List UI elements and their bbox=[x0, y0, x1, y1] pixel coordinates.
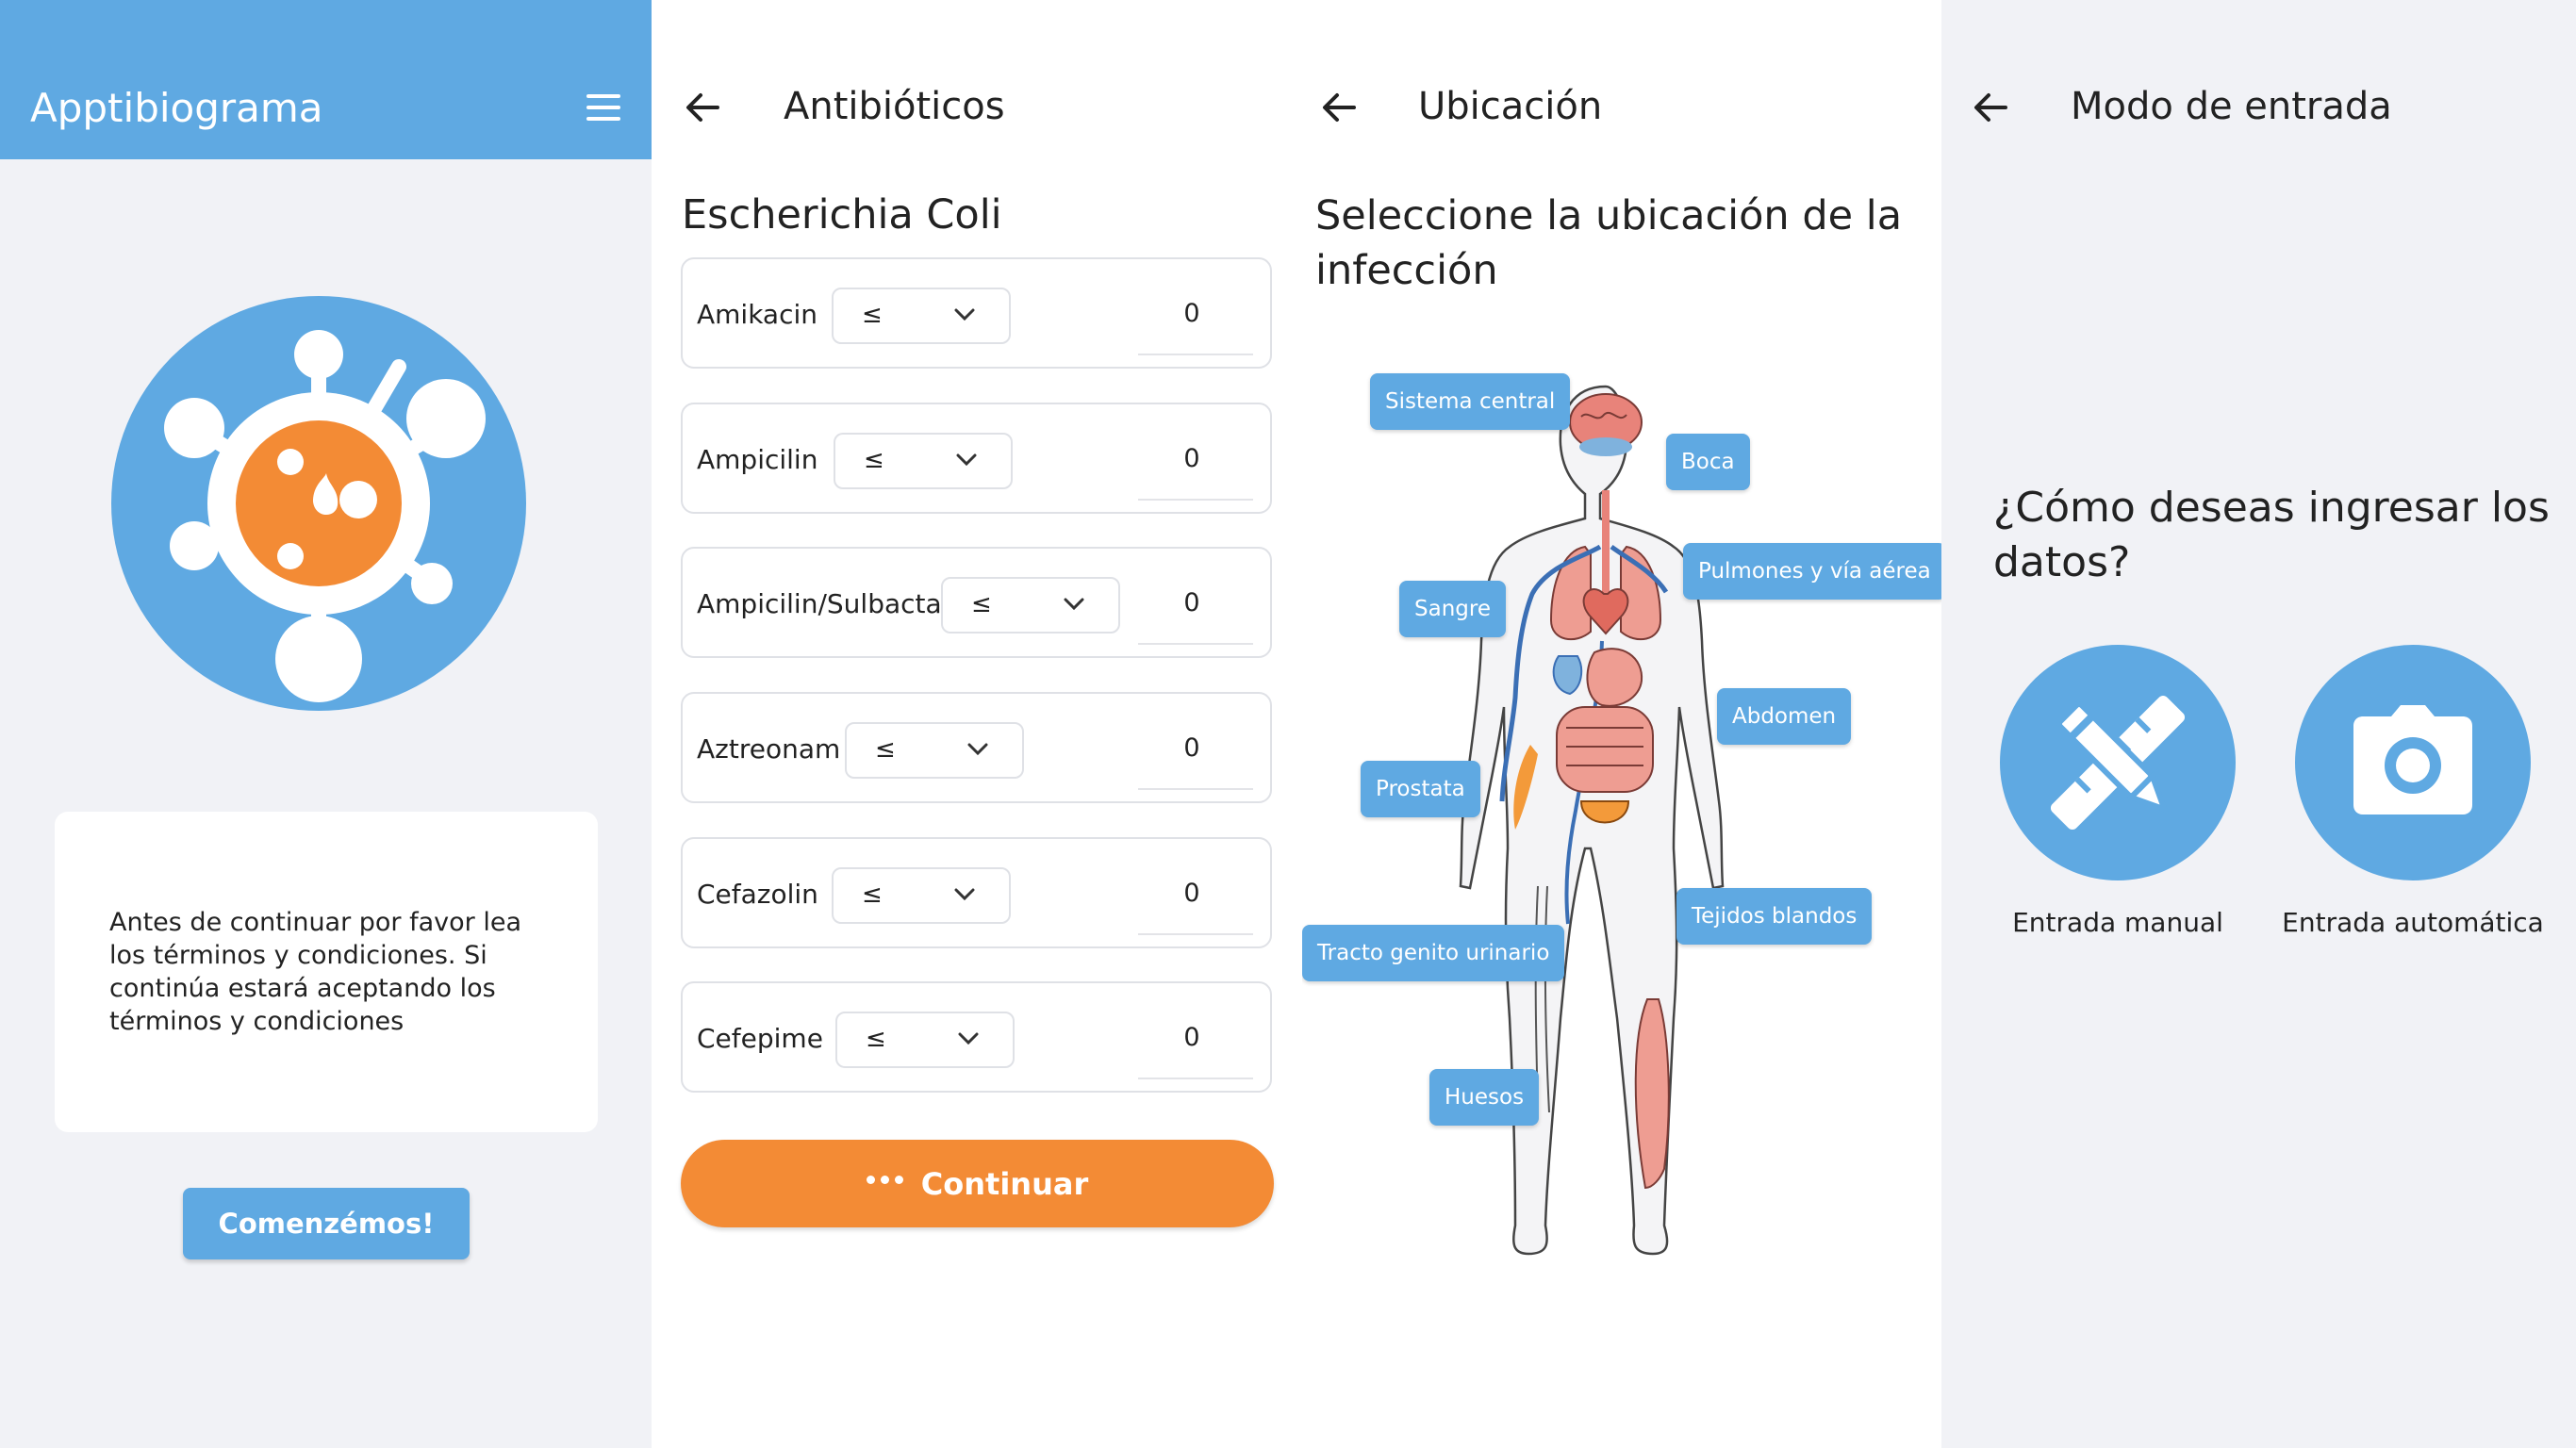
antibiotics-screen: Antibióticos Escherichia Coli Amikacin ≤… bbox=[652, 0, 1302, 1448]
operator-value: ≤ bbox=[862, 301, 883, 329]
mic-value-input[interactable]: 0 bbox=[1135, 733, 1248, 763]
terms-card: Antes de continuar por favor lea los tér… bbox=[55, 812, 598, 1132]
mic-value-input[interactable]: 0 bbox=[1135, 588, 1248, 617]
entry-question: ¿Cómo deseas ingresar los datos? bbox=[1993, 484, 2550, 586]
terms-text: Antes de continuar por favor lea los tér… bbox=[109, 908, 522, 1036]
input-underline bbox=[1138, 354, 1253, 355]
chevron-down-icon bbox=[967, 743, 988, 756]
input-underline bbox=[1138, 933, 1253, 935]
location-tag-sistema-central[interactable]: Sistema central bbox=[1370, 373, 1571, 430]
location-tag-huesos[interactable]: Huesos bbox=[1429, 1069, 1540, 1126]
input-underline bbox=[1138, 1078, 1253, 1079]
location-prompt: Seleccione la ubicación de la infección bbox=[1315, 192, 1903, 294]
mic-value-input[interactable]: 0 bbox=[1135, 879, 1248, 908]
mic-value-input[interactable]: 0 bbox=[1135, 1023, 1248, 1052]
human-anatomy-illustration bbox=[1459, 385, 1725, 1256]
automatic-entry-button[interactable] bbox=[2295, 645, 2531, 880]
hamburger-menu-icon[interactable] bbox=[586, 94, 620, 121]
manual-entry-button[interactable] bbox=[2000, 645, 2236, 880]
operator-select[interactable]: ≤ bbox=[832, 288, 1011, 344]
antibiotic-row-ampicilin-sulbactan: Ampicilin/Sulbactan ≤ 0 bbox=[681, 547, 1272, 658]
location-tag-boca[interactable]: Boca bbox=[1666, 434, 1750, 490]
antibiotic-name: Cefepime bbox=[697, 1023, 823, 1054]
page-title: Ubicación bbox=[1418, 85, 1603, 128]
bacteria-logo-icon bbox=[111, 296, 526, 711]
antibiotic-row-aztreonam: Aztreonam ≤ 0 bbox=[681, 692, 1272, 803]
manual-entry-label: Entrada manual bbox=[2012, 907, 2223, 938]
antibiotic-name: Ampicilin bbox=[697, 444, 818, 475]
operator-select[interactable]: ≤ bbox=[941, 577, 1120, 634]
arrow-left-icon[interactable] bbox=[682, 87, 723, 128]
app-bar: Apptibiograma bbox=[0, 0, 652, 159]
start-button[interactable]: Comenzémos! bbox=[183, 1188, 470, 1259]
chevron-down-icon bbox=[958, 1032, 979, 1045]
operator-value: ≤ bbox=[866, 1025, 886, 1053]
page-title: Modo de entrada bbox=[2071, 85, 2392, 128]
more-dots-icon bbox=[866, 1175, 904, 1185]
antibiotic-name: Ampicilin/Sulbactan bbox=[697, 588, 959, 619]
operator-select[interactable]: ≤ bbox=[845, 722, 1024, 779]
location-tag-sangre[interactable]: Sangre bbox=[1399, 581, 1506, 637]
continue-label: Continuar bbox=[920, 1165, 1089, 1202]
antibiotic-row-amikacin: Amikacin ≤ 0 bbox=[681, 257, 1272, 369]
chevron-down-icon bbox=[956, 453, 977, 467]
chevron-down-icon bbox=[1064, 598, 1084, 611]
organism-title: Escherichia Coli bbox=[682, 191, 1002, 239]
location-tag-abdomen[interactable]: Abdomen bbox=[1717, 688, 1852, 745]
antibiotic-row-cefepime: Cefepime ≤ 0 bbox=[681, 981, 1272, 1093]
arrow-left-icon[interactable] bbox=[1318, 87, 1360, 128]
page-title: Antibióticos bbox=[784, 85, 1005, 128]
operator-value: ≤ bbox=[862, 880, 883, 909]
continue-button[interactable]: Continuar bbox=[681, 1140, 1274, 1227]
input-underline bbox=[1138, 643, 1253, 645]
pencil-ruler-icon bbox=[2050, 695, 2186, 831]
app-title: Apptibiograma bbox=[30, 85, 323, 131]
location-tag-tracto-genito-urinario[interactable]: Tracto genito urinario bbox=[1302, 925, 1565, 981]
input-underline bbox=[1138, 499, 1253, 501]
antibiotic-name: Amikacin bbox=[697, 299, 818, 330]
mic-value-input[interactable]: 0 bbox=[1135, 444, 1248, 473]
chevron-down-icon bbox=[954, 308, 975, 321]
arrow-left-icon[interactable] bbox=[1970, 87, 2011, 128]
location-tag-pulmones[interactable]: Pulmones y vía aérea bbox=[1683, 543, 1941, 600]
operator-value: ≤ bbox=[875, 735, 896, 764]
location-tag-tejidos-blandos[interactable]: Tejidos blandos bbox=[1676, 888, 1873, 945]
automatic-entry-label: Entrada automática bbox=[2282, 907, 2544, 938]
operator-select[interactable]: ≤ bbox=[834, 433, 1013, 489]
welcome-screen: Apptibiograma Antes de continuar por fav… bbox=[0, 0, 652, 1448]
location-tag-prostata[interactable]: Prostata bbox=[1361, 761, 1480, 817]
antibiotic-name: Cefazolin bbox=[697, 879, 818, 910]
entry-mode-screen: Modo de entrada ¿Cómo deseas ingresar lo… bbox=[1941, 0, 2576, 1448]
operator-value: ≤ bbox=[864, 446, 884, 474]
operator-select[interactable]: ≤ bbox=[835, 1012, 1015, 1068]
input-underline bbox=[1138, 788, 1253, 790]
operator-value: ≤ bbox=[971, 590, 992, 618]
operator-select[interactable]: ≤ bbox=[832, 867, 1011, 924]
location-screen: Ubicación Seleccione la ubicación de la … bbox=[1302, 0, 1941, 1448]
antibiotic-name: Aztreonam bbox=[697, 733, 841, 765]
chevron-down-icon bbox=[954, 888, 975, 901]
mic-value-input[interactable]: 0 bbox=[1135, 299, 1248, 328]
antibiotic-row-cefazolin: Cefazolin ≤ 0 bbox=[681, 837, 1272, 948]
antibiotic-row-ampicilin: Ampicilin ≤ 0 bbox=[681, 403, 1272, 514]
camera-icon bbox=[2353, 705, 2472, 814]
